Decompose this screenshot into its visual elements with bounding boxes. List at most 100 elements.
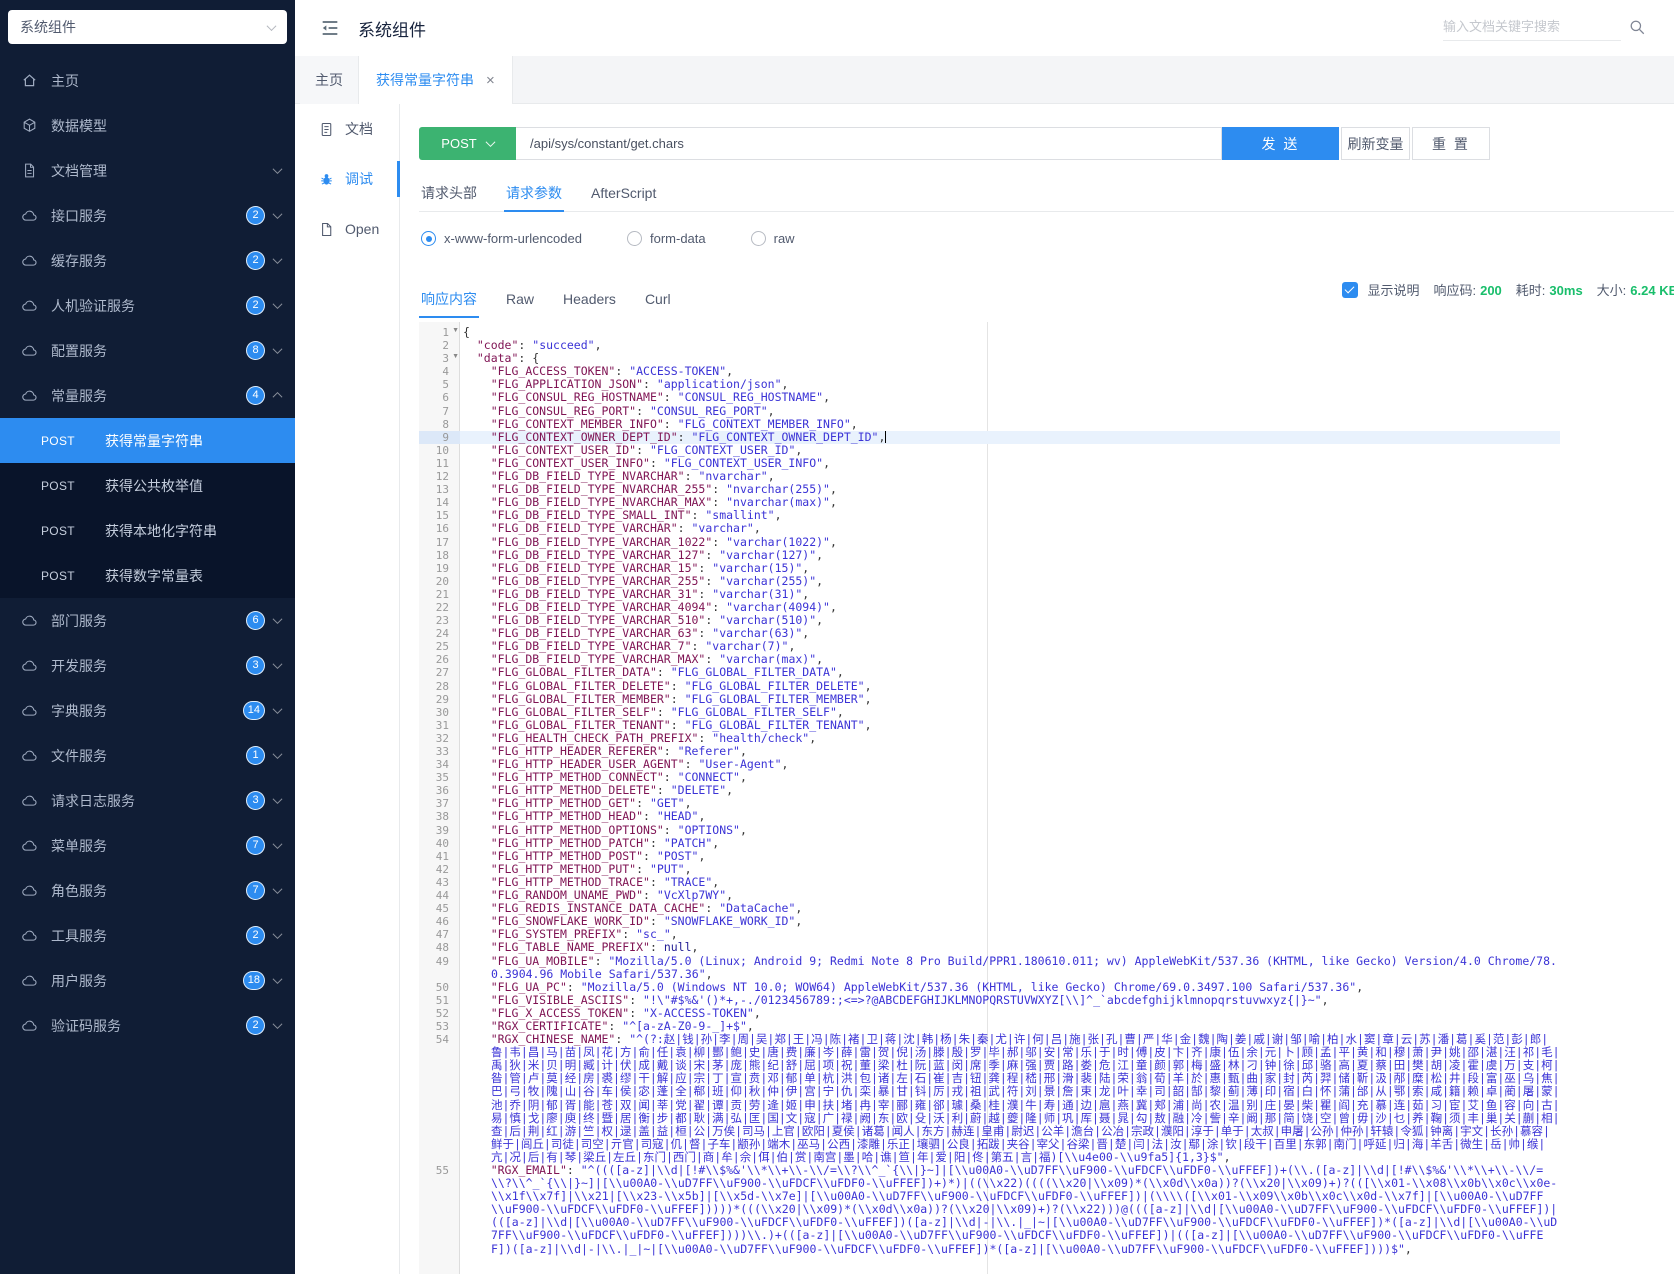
show-desc-checkbox[interactable] <box>1342 282 1358 298</box>
sidebar-item[interactable]: 部门服务 6 <box>0 598 295 643</box>
sidebar-item[interactable]: 请求日志服务 3 <box>0 778 295 823</box>
sidebar-item[interactable]: 缓存服务 2 <box>0 238 295 283</box>
collapse-sidebar-icon[interactable] <box>319 17 341 39</box>
sidebar-item[interactable]: 接口服务 2 <box>0 193 295 238</box>
sidebar-subitem[interactable]: POST 获得公共枚举值 <box>0 463 295 508</box>
reset-button[interactable]: 重 置 <box>1412 127 1490 160</box>
chevron-icon <box>273 749 283 759</box>
sidebar-item[interactable]: 角色服务 7 <box>0 868 295 913</box>
doc-search-input[interactable] <box>1443 13 1621 41</box>
sidebar-subitem[interactable]: POST 获得数字常量表 <box>0 553 295 598</box>
doc-nav-item[interactable]: Open <box>295 204 399 254</box>
cloud-icon <box>21 612 38 629</box>
radio-icon <box>627 231 642 246</box>
line-number: 55 <box>419 1164 460 1256</box>
sidebar-subitem[interactable]: POST 获得本地化字符串 <box>0 508 295 553</box>
send-button[interactable]: 发 送 <box>1222 127 1339 160</box>
doc-nav-item[interactable]: 调试 <box>295 154 399 204</box>
sidebar-subitem[interactable]: POST 获得常量字符串 <box>0 418 295 463</box>
url-input[interactable] <box>516 127 1222 160</box>
line-number: 1▼ <box>419 326 460 339</box>
sidebar-item[interactable]: 工具服务 2 <box>0 913 295 958</box>
sidebar-item[interactable]: 验证码服务 2 <box>0 1003 295 1048</box>
page-tab-label: 主页 <box>315 70 343 90</box>
request-tab[interactable]: 请求头部 <box>419 175 479 211</box>
radio-label: raw <box>774 231 795 246</box>
chevron-icon <box>273 344 283 354</box>
response-tab[interactable]: 响应内容 <box>419 281 479 317</box>
body-type-radio[interactable]: x-www-form-urlencoded <box>421 231 582 246</box>
sidebar-item[interactable]: 数据模型 <box>0 103 295 148</box>
sidebar-item[interactable]: 开发服务 3 <box>0 643 295 688</box>
topbar: 系统组件 <box>295 0 1674 56</box>
chevron-icon <box>273 839 283 849</box>
sidebar-item[interactable]: 菜单服务 7 <box>0 823 295 868</box>
line-number: 11 <box>419 457 460 470</box>
line-number: 9 <box>419 431 460 444</box>
menu-item-icon <box>21 72 38 89</box>
response-tab-label: Curl <box>645 291 671 307</box>
line-number: 44 <box>419 889 460 902</box>
radio-icon <box>751 231 766 246</box>
sidebar-item-label: 常量服务 <box>51 386 246 406</box>
count-badge: 6 <box>246 611 265 630</box>
sidebar-item-label: 文件服务 <box>51 746 246 766</box>
count-badge: 18 <box>243 971 265 990</box>
sidebar-item[interactable]: 主页 <box>0 58 295 103</box>
refresh-vars-button[interactable]: 刷新变量 <box>1341 127 1410 160</box>
open-tabs-bar: 主页 获得常量字符串 × <box>295 56 1674 104</box>
body-type-radio[interactable]: raw <box>751 231 795 246</box>
sidebar-item[interactable]: 字典服务 14 <box>0 688 295 733</box>
response-editor[interactable]: 1▼{2 "code": "succeed",3▼ "data": {4 "FL… <box>419 322 1560 1274</box>
sidebar-item[interactable]: 文件服务 1 <box>0 733 295 778</box>
sidebar-item-label: 角色服务 <box>51 881 246 901</box>
sidebar-item[interactable]: 配置服务 8 <box>0 328 295 373</box>
line-number: 4 <box>419 365 460 378</box>
line-number: 8 <box>419 418 460 431</box>
response-tab[interactable]: Headers <box>561 281 618 317</box>
doc-nav-item[interactable]: 文档 <box>295 104 399 154</box>
request-tab-label: AfterScript <box>591 185 656 201</box>
line-number: 39 <box>419 824 460 837</box>
request-tab[interactable]: AfterScript <box>589 175 658 211</box>
debug-panel: POST 发 送 刷新变量 重 置 请求头部 请求参数 AfterScript <box>419 104 1674 1274</box>
project-select[interactable]: 系统组件 <box>8 10 287 44</box>
page-tab[interactable]: 获得常量字符串 × <box>359 56 513 104</box>
http-method-label: POST <box>41 479 105 493</box>
response-meta: 显示说明 响应码:200 耗时:30ms 大小:6.24 KB <box>1342 280 1674 299</box>
sidebar-item[interactable]: 用户服务 18 <box>0 958 295 1003</box>
search-icon[interactable] <box>1628 18 1646 36</box>
close-icon[interactable]: × <box>486 73 495 88</box>
meta-label: 耗时: <box>1516 283 1546 298</box>
project-select-label: 系统组件 <box>20 17 76 37</box>
menu-item-icon <box>21 162 38 179</box>
request-tab[interactable]: 请求参数 <box>504 175 564 211</box>
sidebar-item[interactable]: 人机验证服务 2 <box>0 283 295 328</box>
radio-icon <box>421 231 436 246</box>
doc-search <box>1443 13 1648 43</box>
chevron-icon <box>273 929 283 939</box>
method-select[interactable]: POST <box>419 127 516 160</box>
sidebar-item[interactable]: 常量服务 4 <box>0 373 295 418</box>
line-number: 24 <box>419 627 460 640</box>
response-tab[interactable]: Curl <box>643 281 673 317</box>
cloud-icon <box>21 972 38 989</box>
line-number: 45 <box>419 902 460 915</box>
request-tab-label: 请求参数 <box>506 183 562 203</box>
doc-nav-icon <box>318 221 335 238</box>
radio-label: x-www-form-urlencoded <box>444 231 582 246</box>
sidebar-submenu: POST 获得常量字符串 POST 获得公共枚举值 POST 获得本地化字符串 … <box>0 418 295 598</box>
sidebar-item-label: 验证码服务 <box>51 1016 246 1036</box>
line-number: 47 <box>419 928 460 941</box>
show-desc-label: 显示说明 <box>1367 280 1419 299</box>
fold-icon[interactable]: ▼ <box>452 353 459 360</box>
sidebar-item[interactable]: 文档管理 <box>0 148 295 193</box>
response-tab[interactable]: Raw <box>504 281 536 317</box>
chevron-icon <box>273 209 283 219</box>
page-tab[interactable]: 主页 <box>300 56 359 104</box>
fold-icon[interactable]: ▼ <box>452 327 459 334</box>
meta-value: 30ms <box>1549 283 1582 298</box>
body-type-radio[interactable]: form-data <box>627 231 706 246</box>
http-method-label: POST <box>41 524 105 538</box>
page-title: 系统组件 <box>358 16 426 41</box>
